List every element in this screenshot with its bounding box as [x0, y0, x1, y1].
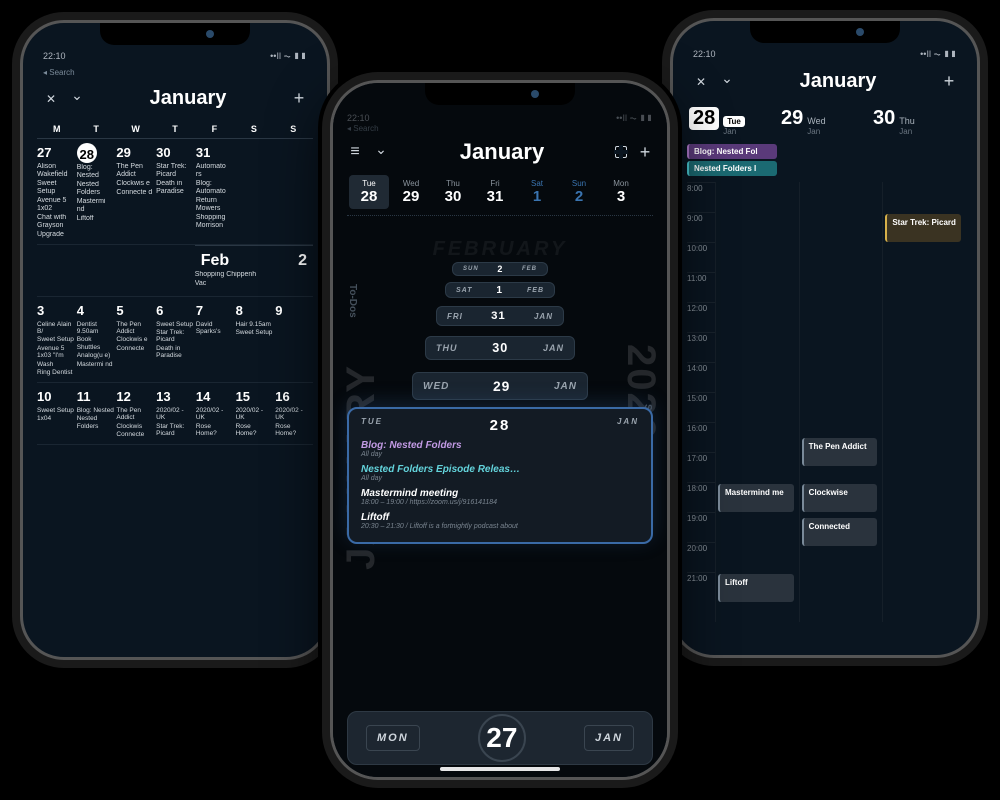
add-event-button[interactable]: +: [637, 144, 653, 160]
event-chip[interactable]: Nested Folders I: [687, 161, 777, 176]
close-icon[interactable]: [693, 74, 709, 90]
todos-label[interactable]: To-Dos: [347, 284, 358, 318]
menu-icon[interactable]: [347, 144, 363, 160]
future-day-slab[interactable]: WED29JAN: [412, 372, 588, 400]
day-strip-item[interactable]: Tue28: [349, 175, 389, 209]
today-marker: 28: [77, 143, 97, 163]
hour-grid[interactable]: 8:009:0010:00 11:0012:0013:00 14:0015:00…: [687, 182, 963, 622]
day-strip[interactable]: Tue28Wed29Thu30Fri31Sat1Sun2Mon3Tue4: [347, 169, 653, 216]
timeline-3d[interactable]: FEBRUARY JANUARY 2020 To-Dos Schedule SU…: [333, 224, 667, 544]
day-strip-item[interactable]: Fri31: [475, 175, 515, 209]
event-block[interactable]: Clockwise: [802, 484, 878, 512]
future-day-slab[interactable]: THU30JAN: [425, 336, 575, 360]
week-row: 3 Celine Alain B/Sweet Setup Avenue 5 1x…: [37, 297, 313, 383]
today-card[interactable]: TUE 28 JAN Blog: Nested FoldersAll dayNe…: [347, 407, 653, 544]
focus-icon[interactable]: [615, 146, 627, 158]
day-headers: 28 TueJan 29 WedJan 30 ThuJan: [687, 103, 963, 140]
month-title: January: [399, 139, 605, 165]
phone-day-columns: 22:10••Il ⏦ ▮▮ January + 28 TueJan 29 We…: [670, 18, 980, 658]
day-strip-item[interactable]: Mon3: [601, 175, 641, 209]
allday-row: Blog: Nested Fol Nested Folders I: [687, 142, 963, 178]
time-gutter: 8:009:0010:00 11:0012:0013:00 14:0015:00…: [687, 182, 715, 602]
event-row[interactable]: Nested Folders Episode Releas…All day: [361, 464, 639, 482]
week-row: 10 Sweet Setup1x04 11 Blog: NestedNested…: [37, 383, 313, 445]
weekday-header: MTW TFSS: [37, 120, 313, 139]
future-day-slab[interactable]: SUN2FEB: [452, 262, 548, 276]
event-chip[interactable]: Blog: Nested Fol: [687, 144, 777, 159]
event-block[interactable]: Star Trek: Picard: [885, 214, 961, 242]
chevron-down-icon[interactable]: [719, 74, 735, 90]
event-block[interactable]: Liftoff: [718, 574, 794, 602]
week-row: 27 Alison WakefieldSweet Setup Avenue 5 …: [37, 139, 313, 245]
event-row[interactable]: Liftoff20:30 – 21:30 / Liftoff is a fort…: [361, 512, 639, 530]
month-title: January: [95, 87, 281, 110]
event-row[interactable]: Mastermind meeting18:00 – 19:00 / https:…: [361, 488, 639, 506]
day-strip-item[interactable]: Thu30: [433, 175, 473, 209]
add-event-button[interactable]: +: [941, 74, 957, 90]
day-strip-item[interactable]: Wed29: [391, 175, 431, 209]
status-bar: 22:10••Il ⏦ ▮▮: [687, 49, 963, 66]
day-header[interactable]: 30 ThuJan: [873, 107, 961, 136]
chevron-down-icon[interactable]: [69, 91, 85, 107]
back-to-search[interactable]: ◂ Search: [333, 124, 667, 133]
event-block[interactable]: Connected: [802, 518, 878, 546]
day-column[interactable]: The Pen Addict Clockwise Connected: [799, 182, 880, 622]
notch: [750, 21, 900, 43]
future-day-slab[interactable]: SAT1FEB: [445, 282, 555, 298]
close-icon[interactable]: [43, 91, 59, 107]
future-day-slab[interactable]: FRI31JAN: [436, 306, 564, 326]
status-bar: 22:10••Il ⏦ ▮▮: [333, 113, 667, 124]
next-month-divider: Feb 2: [195, 245, 313, 270]
status-bar: 22:10••Il ⏦ ▮▮: [37, 51, 313, 68]
day-strip-item[interactable]: Tue4: [643, 175, 653, 209]
month-title: January: [745, 70, 931, 93]
day-header-today[interactable]: 28 TueJan: [689, 107, 777, 136]
chevron-down-icon[interactable]: [373, 144, 389, 160]
phone-timeline: 22:10••Il ⏦ ▮▮ ◂ Search January + Tue28W…: [330, 80, 670, 780]
back-to-search[interactable]: ◂ Search: [37, 68, 313, 77]
home-indicator[interactable]: [440, 767, 560, 771]
previous-day-card[interactable]: MON 27 JAN: [347, 711, 653, 765]
day-header[interactable]: 29 WedJan: [781, 107, 869, 136]
day-strip-item[interactable]: Sun2: [559, 175, 599, 209]
day-column[interactable]: Mastermind me Liftoff: [715, 182, 796, 622]
event-block[interactable]: Mastermind me: [718, 484, 794, 512]
day-column[interactable]: Star Trek: Picard: [882, 182, 963, 622]
event-block[interactable]: The Pen Addict: [802, 438, 878, 466]
next-month-ghost: FEBRUARY: [433, 238, 568, 261]
notch: [425, 83, 575, 105]
add-event-button[interactable]: +: [291, 91, 307, 107]
notch: [100, 23, 250, 45]
month-scroll[interactable]: 27 Alison WakefieldSweet Setup Avenue 5 …: [37, 139, 313, 659]
phone-month-list: 22:10••Il ⏦ ▮▮ ◂ Search January + MTW TF…: [20, 20, 330, 660]
event-row[interactable]: Blog: Nested FoldersAll day: [361, 440, 639, 458]
day-strip-item[interactable]: Sat1: [517, 175, 557, 209]
